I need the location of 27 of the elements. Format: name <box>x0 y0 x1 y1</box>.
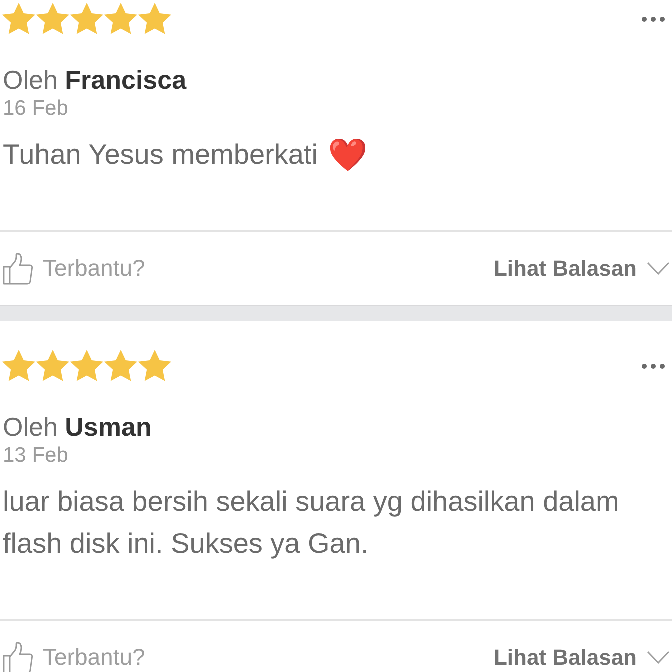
star-icon <box>2 349 36 383</box>
review-text: Tuhan Yesus memberkati <box>3 138 318 172</box>
more-icon[interactable] <box>642 363 665 369</box>
view-replies-button[interactable]: Lihat Balasan <box>494 256 670 282</box>
thumbs-up-icon <box>3 252 33 284</box>
star-icon <box>36 2 70 36</box>
review-author: Oleh Francisca <box>3 64 188 96</box>
review-author: Oleh Usman <box>3 411 153 443</box>
star-icon <box>36 349 70 383</box>
star-icon <box>70 349 104 383</box>
helpful-button[interactable]: Terbantu? <box>3 252 146 284</box>
heart-emoji: ❤ <box>328 138 368 172</box>
star-icon <box>104 349 138 383</box>
review-date: 16 Feb <box>3 96 70 122</box>
view-replies-button[interactable]: Lihat Balasan <box>494 644 670 670</box>
star-icon <box>2 2 36 36</box>
star-icon <box>138 349 172 383</box>
more-icon[interactable] <box>642 16 665 22</box>
review-date: 13 Feb <box>3 443 70 469</box>
chevron-down-icon <box>647 262 670 275</box>
helpful-button[interactable]: Terbantu? <box>3 642 146 672</box>
star-icon <box>138 2 172 36</box>
chevron-down-icon <box>647 651 670 664</box>
star-icon <box>104 2 138 36</box>
review-text: luar biasa bersih sekali suara yg dihasilkan dalam flash disk ini. Sukses ya Gan. <box>3 485 620 561</box>
star-icon <box>70 2 104 36</box>
thumbs-up-icon <box>3 642 33 672</box>
